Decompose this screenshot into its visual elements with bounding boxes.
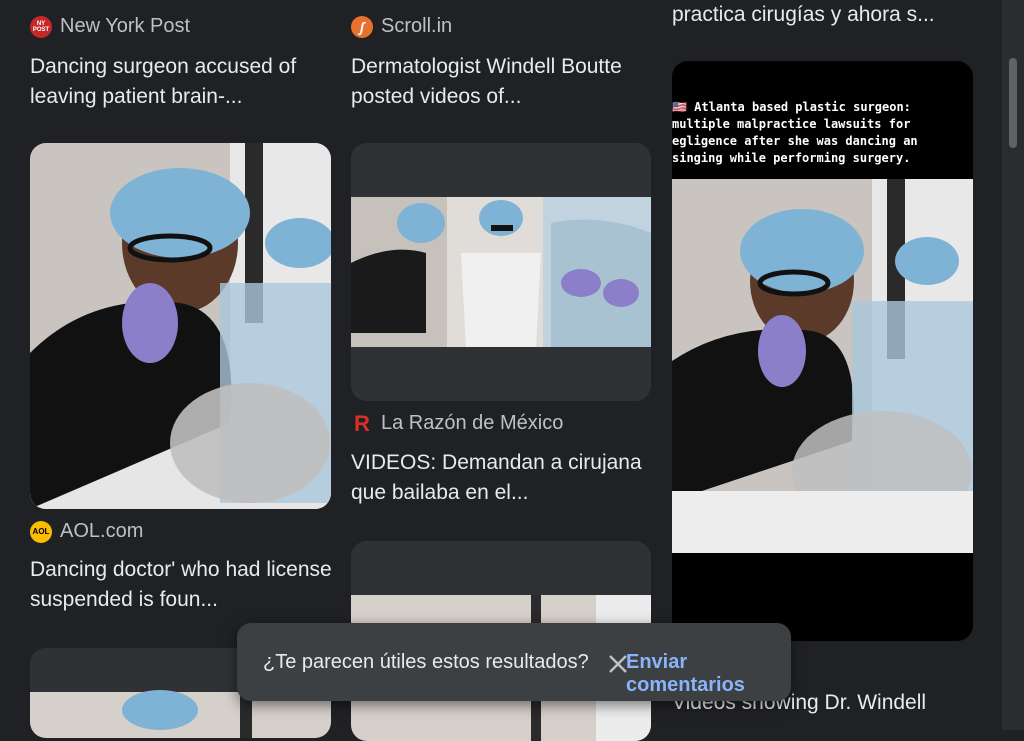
result-title-2[interactable]: Dermatologist Windell Boutte posted vide… [351,52,651,112]
source-name: New York Post [60,15,191,37]
caption-line: singing while performing surgery. [672,151,911,165]
source-name: AOL.com [60,520,144,542]
razon-favicon-icon: R [354,410,370,436]
result-source-aol[interactable]: AOL AOL.com [30,520,143,543]
result-image-aol[interactable] [30,143,331,509]
result-source-nypost[interactable]: NY POST New York Post [30,15,190,38]
result-title-5[interactable]: VIDEOS: Demandan a cirujana que bailaba … [351,448,651,508]
scrollbar-thumb[interactable] [1009,58,1017,148]
result-image-tiktok[interactable]: 🇺🇸 Atlanta based plastic surgeon: multip… [672,61,973,641]
aol-favicon-icon: AOL [30,520,52,543]
feedback-question: ¿Te parecen útiles estos resultados? [263,651,589,673]
feedback-toast: ¿Te parecen útiles estos resultados? Env… [237,623,791,701]
result-source-scroll[interactable]: ʃ Scroll.in [351,15,452,38]
close-icon [609,655,627,673]
result-title-4[interactable]: Dancing doctor' who had license suspende… [30,555,335,615]
send-feedback-link[interactable]: Enviar comentarios [626,651,791,697]
source-name: Scroll.in [381,15,453,37]
video-caption-overlay: 🇺🇸 Atlanta based plastic surgeon: multip… [672,99,972,179]
caption-line: 🇺🇸 Atlanta based plastic surgeon: [672,100,911,114]
result-source-razon[interactable]: R La Razón de México [351,410,564,436]
nypost-favicon-icon: NY POST [30,15,52,38]
video-collage-icon [351,143,651,401]
scroll-favicon-icon: ʃ [351,15,373,38]
result-title-3[interactable]: practica cirugías y ahora s... [672,0,972,30]
result-title-1[interactable]: Dancing surgeon accused of leaving patie… [30,52,335,112]
close-toast-button[interactable] [604,650,632,678]
source-name: La Razón de México [381,412,564,434]
surgeon-photo-icon [30,143,331,509]
caption-line: egligence after she was dancing an [672,134,918,148]
result-image-razon[interactable] [351,143,651,401]
page-scrollbar[interactable] [1002,0,1024,730]
caption-line: multiple malpractice lawsuits for [672,117,911,131]
